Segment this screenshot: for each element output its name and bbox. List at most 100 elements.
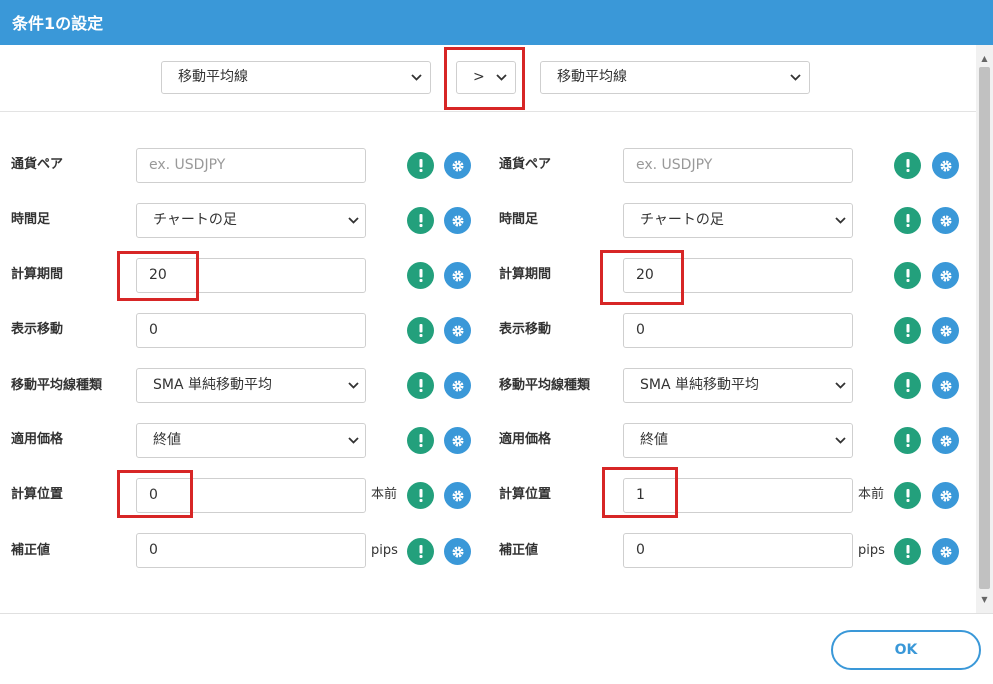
left-timeframe-settings-button[interactable] — [444, 207, 471, 234]
gear-icon — [940, 435, 951, 446]
right-position-input[interactable]: 1 — [623, 478, 853, 513]
right-offset-label: 補正値 — [499, 543, 539, 558]
exclamation-icon — [906, 434, 909, 447]
right-offset-info-button[interactable] — [894, 538, 921, 565]
left-offset-label: 補正値 — [11, 543, 51, 558]
left-offset-input[interactable]: 0 — [136, 533, 366, 568]
left-price-label: 適用価格 — [11, 432, 64, 447]
gear-icon — [940, 270, 951, 281]
right-indicator-select[interactable]: 移動平均線 — [540, 61, 810, 94]
exclamation-icon — [906, 214, 909, 227]
left-position-input[interactable]: 0 — [136, 478, 366, 513]
left-period-settings-button[interactable] — [444, 262, 471, 289]
right-price-value: 終値 — [640, 432, 668, 448]
right-position-settings-button[interactable] — [932, 482, 959, 509]
right-timeframe-info-button[interactable] — [894, 207, 921, 234]
left-offset-settings-button[interactable] — [444, 538, 471, 565]
left-shift-input[interactable]: 0 — [136, 313, 366, 348]
gear-icon — [940, 490, 951, 501]
gear-icon — [452, 435, 463, 446]
gear-icon — [940, 546, 951, 557]
exclamation-icon — [419, 159, 422, 172]
right-indicator-value: 移動平均線 — [557, 69, 627, 85]
left-timeframe-value: チャートの足 — [153, 212, 237, 228]
left-position-settings-button[interactable] — [444, 482, 471, 509]
scrollbar-thumb[interactable] — [979, 67, 990, 589]
left-shift-settings-button[interactable] — [444, 317, 471, 344]
left-offset-unit: pips — [371, 543, 398, 558]
right-price-select[interactable]: 終値 — [623, 423, 853, 458]
dialog-title: 条件1の設定 — [12, 14, 104, 33]
vertical-scrollbar[interactable]: ▲ ▼ — [976, 45, 993, 613]
right-period-settings-button[interactable] — [932, 262, 959, 289]
left-price-settings-button[interactable] — [444, 427, 471, 454]
right-shift-settings-button[interactable] — [932, 317, 959, 344]
left-price-value: 終値 — [153, 432, 181, 448]
right-position-unit: 本前 — [858, 487, 885, 502]
left-position-unit: 本前 — [371, 487, 398, 502]
exclamation-icon — [419, 214, 422, 227]
left-currency-pair-input[interactable]: ex. USDJPY — [136, 148, 366, 183]
gear-icon — [940, 215, 951, 226]
exclamation-icon — [419, 324, 422, 337]
left-period-info-button[interactable] — [407, 262, 434, 289]
left-currency-pair-info-button[interactable] — [407, 152, 434, 179]
right-ma-type-settings-button[interactable] — [932, 372, 959, 399]
right-timeframe-settings-button[interactable] — [932, 207, 959, 234]
right-currency-pair-settings-button[interactable] — [932, 152, 959, 179]
gear-icon — [452, 546, 463, 557]
left-timeframe-select[interactable]: チャートの足 — [136, 203, 366, 238]
right-currency-pair-input[interactable]: ex. USDJPY — [623, 148, 853, 183]
left-price-select[interactable]: 終値 — [136, 423, 366, 458]
gear-icon — [452, 160, 463, 171]
exclamation-icon — [906, 489, 909, 502]
chevron-down-icon — [835, 369, 846, 402]
left-ma-type-label: 移動平均線種類 — [11, 378, 103, 393]
right-offset-unit: pips — [858, 543, 885, 558]
gear-icon — [452, 270, 463, 281]
scroll-down-arrow-icon[interactable]: ▼ — [976, 591, 993, 608]
right-currency-pair-label: 通貨ペア — [499, 157, 552, 172]
right-period-label: 計算期間 — [499, 267, 552, 282]
chevron-down-icon — [496, 62, 507, 93]
left-shift-info-button[interactable] — [407, 317, 434, 344]
left-timeframe-info-button[interactable] — [407, 207, 434, 234]
right-ma-type-info-button[interactable] — [894, 372, 921, 399]
right-position-label: 計算位置 — [499, 487, 552, 502]
right-ma-type-select[interactable]: SMA 単純移動平均 — [623, 368, 853, 403]
right-price-settings-button[interactable] — [932, 427, 959, 454]
right-shift-info-button[interactable] — [894, 317, 921, 344]
right-timeframe-select[interactable]: チャートの足 — [623, 203, 853, 238]
scroll-up-arrow-icon[interactable]: ▲ — [976, 50, 993, 67]
exclamation-icon — [419, 489, 422, 502]
right-shift-input[interactable]: 0 — [623, 313, 853, 348]
gear-icon — [452, 490, 463, 501]
left-currency-pair-settings-button[interactable] — [444, 152, 471, 179]
left-position-label: 計算位置 — [11, 487, 64, 502]
left-offset-info-button[interactable] — [407, 538, 434, 565]
left-indicator-select[interactable]: 移動平均線 — [161, 61, 431, 94]
exclamation-icon — [906, 269, 909, 282]
chevron-down-icon — [411, 62, 422, 93]
left-timeframe-label: 時間足 — [11, 212, 51, 227]
left-ma-type-info-button[interactable] — [407, 372, 434, 399]
right-price-info-button[interactable] — [894, 427, 921, 454]
exclamation-icon — [419, 269, 422, 282]
left-ma-type-settings-button[interactable] — [444, 372, 471, 399]
right-position-info-button[interactable] — [894, 482, 921, 509]
right-offset-settings-button[interactable] — [932, 538, 959, 565]
settings-dialog: 条件1の設定 移動平均線 > 移動平均線 通貨ペア ex. USDJPY 時間足… — [0, 0, 993, 684]
left-ma-type-select[interactable]: SMA 単純移動平均 — [136, 368, 366, 403]
left-position-info-button[interactable] — [407, 482, 434, 509]
ok-button[interactable]: OK — [831, 630, 981, 670]
dialog-header: 条件1の設定 — [0, 0, 993, 45]
right-period-info-button[interactable] — [894, 262, 921, 289]
left-price-info-button[interactable] — [407, 427, 434, 454]
operator-select[interactable]: > — [456, 61, 516, 94]
right-period-input[interactable]: 20 — [623, 258, 853, 293]
left-period-input[interactable]: 20 — [136, 258, 366, 293]
right-offset-input[interactable]: 0 — [623, 533, 853, 568]
right-currency-pair-info-button[interactable] — [894, 152, 921, 179]
left-period-label: 計算期間 — [11, 267, 64, 282]
right-timeframe-label: 時間足 — [499, 212, 539, 227]
